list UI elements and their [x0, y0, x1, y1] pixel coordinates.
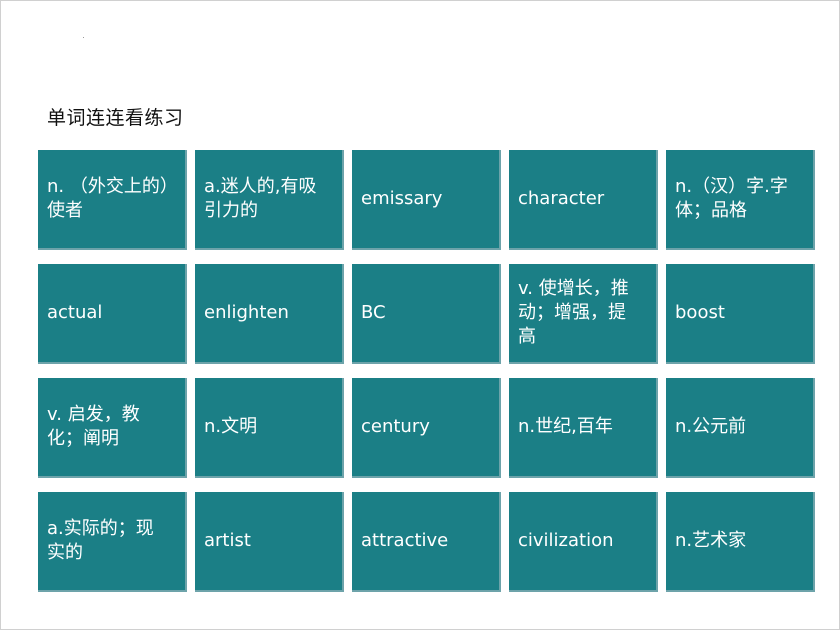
- card-label: century: [361, 416, 430, 437]
- card-label: character: [518, 188, 605, 209]
- card-label: BC: [361, 302, 386, 323]
- card-3[interactable]: emissary: [352, 150, 501, 250]
- card-label: n.艺术家: [675, 530, 747, 551]
- card-5[interactable]: n.（汉）字.字体；品格: [666, 150, 815, 250]
- slide: 单词连连看练习 n. （外交上的）使者 a.迷人的,有吸引力的 emissary…: [0, 0, 840, 630]
- card-12[interactable]: n.文明: [195, 378, 344, 478]
- card-1[interactable]: n. （外交上的）使者: [38, 150, 187, 250]
- card-label: emissary: [361, 188, 443, 209]
- card-grid: n. （外交上的）使者 a.迷人的,有吸引力的 emissary charact…: [38, 150, 815, 592]
- card-label: boost: [675, 302, 725, 323]
- card-label: n.（汉）字.字体；品格: [675, 176, 788, 221]
- card-label: n.公元前: [675, 416, 747, 437]
- card-label: a.实际的；现实的: [47, 518, 154, 563]
- card-9[interactable]: v. 使增长，推动；增强，提高: [509, 264, 658, 364]
- card-16[interactable]: a.实际的；现实的: [38, 492, 187, 592]
- card-8[interactable]: BC: [352, 264, 501, 364]
- card-label: v. 使增长，推动；增强，提高: [518, 278, 629, 347]
- page-title: 单词连连看练习: [47, 107, 184, 129]
- card-2[interactable]: a.迷人的,有吸引力的: [195, 150, 344, 250]
- card-10[interactable]: boost: [666, 264, 815, 364]
- card-17[interactable]: artist: [195, 492, 344, 592]
- card-label: actual: [47, 302, 103, 323]
- card-label: attractive: [361, 530, 449, 551]
- card-19[interactable]: civilization: [509, 492, 658, 592]
- card-6[interactable]: actual: [38, 264, 187, 364]
- card-label: a.迷人的,有吸引力的: [204, 176, 317, 221]
- card-4[interactable]: character: [509, 150, 658, 250]
- card-15[interactable]: n.公元前: [666, 378, 815, 478]
- card-label: v. 启发，教化；阐明: [47, 404, 140, 449]
- card-label: n. （外交上的）使者: [47, 176, 169, 221]
- card-label: civilization: [518, 530, 614, 551]
- card-7[interactable]: enlighten: [195, 264, 344, 364]
- card-20[interactable]: n.艺术家: [666, 492, 815, 592]
- decorative-dot: [83, 37, 84, 38]
- card-11[interactable]: v. 启发，教化；阐明: [38, 378, 187, 478]
- card-18[interactable]: attractive: [352, 492, 501, 592]
- card-label: artist: [204, 530, 251, 551]
- card-label: n.文明: [204, 416, 258, 437]
- card-14[interactable]: n.世纪,百年: [509, 378, 658, 478]
- card-label: n.世纪,百年: [518, 416, 613, 437]
- card-label: enlighten: [204, 302, 289, 323]
- card-13[interactable]: century: [352, 378, 501, 478]
